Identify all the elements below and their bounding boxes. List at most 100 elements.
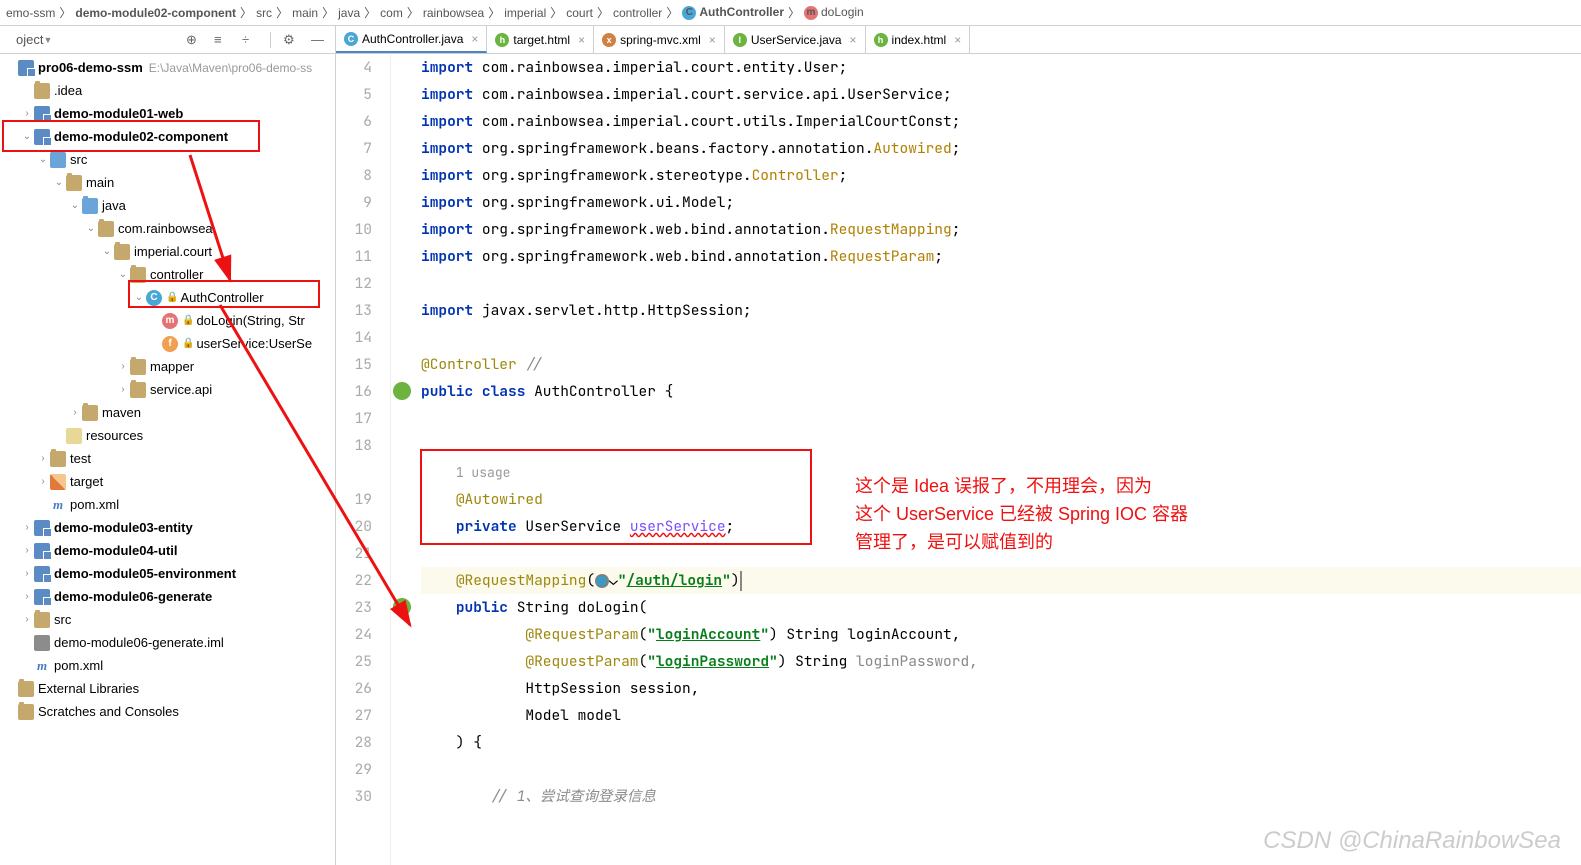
breadcrumb-item[interactable]: src	[256, 6, 272, 20]
tab-UserService-java[interactable]: IUserService.java×	[725, 26, 866, 53]
breadcrumb-item[interactable]: controller	[613, 6, 662, 20]
folder-icon	[130, 267, 146, 283]
folder-icon	[130, 359, 146, 375]
tree-item[interactable]: ⌄demo-module02-component	[0, 125, 335, 148]
project-tree[interactable]: pro06-demo-ssmE:\Java\Maven\pro06-demo-s…	[0, 54, 336, 865]
line-gutter: 456789101112131415161718 192021222324252…	[336, 54, 391, 865]
tree-item[interactable]: ›mapper	[0, 355, 335, 378]
tree-item[interactable]: ›service.api	[0, 378, 335, 401]
field-icon: f	[162, 336, 178, 352]
tree-item[interactable]: ›test	[0, 447, 335, 470]
breadcrumb-item[interactable]: court	[566, 6, 593, 20]
method-icon: m	[162, 313, 178, 329]
tree-item[interactable]: demo-module06-generate.iml	[0, 631, 335, 654]
module-icon	[34, 589, 50, 605]
locate-icon[interactable]: ⊕	[186, 32, 202, 48]
collapse-icon[interactable]: ÷	[242, 32, 258, 48]
tab-index-html[interactable]: hindex.html×	[866, 26, 971, 53]
breadcrumb-item[interactable]: emo-ssm	[6, 6, 55, 20]
annotation-text: 这个是 Idea 误报了，不用理会，因为 这个 UserService 已经被 …	[855, 472, 1188, 556]
lock-icon: 🔒	[182, 315, 194, 326]
tree-item[interactable]: ⌄C🔒AuthController	[0, 286, 335, 309]
breadcrumb-item[interactable]: CAuthController	[682, 5, 784, 20]
project-toolbar: oject ▼ ⊕ ≡ ÷ ⚙ —	[0, 26, 336, 53]
breadcrumb-item[interactable]: com	[380, 6, 403, 20]
tree-item[interactable]: f🔒userService:UserSe	[0, 332, 335, 355]
module-icon	[34, 520, 50, 536]
tree-item[interactable]: ⌄controller	[0, 263, 335, 286]
tree-item[interactable]: ›src	[0, 608, 335, 631]
res-icon	[66, 428, 82, 444]
tab-AuthController-java[interactable]: CAuthController.java×	[336, 26, 487, 53]
breadcrumb-item[interactable]: java	[338, 6, 360, 20]
editor-tabs: CAuthController.java×htarget.html×xsprin…	[336, 26, 1581, 53]
folder-b-icon	[50, 152, 66, 168]
close-icon[interactable]: ×	[850, 33, 857, 47]
gear-icon[interactable]: ⚙	[283, 32, 299, 48]
folder-icon	[82, 405, 98, 421]
code-editor[interactable]: 456789101112131415161718 192021222324252…	[336, 54, 1581, 865]
folder-icon	[130, 382, 146, 398]
module-icon	[34, 543, 50, 559]
tree-item[interactable]: ⌄java	[0, 194, 335, 217]
breadcrumb-item[interactable]: mdoLogin	[804, 5, 864, 20]
tree-item[interactable]: ›demo-module01-web	[0, 102, 335, 125]
pom-icon: m	[34, 658, 50, 674]
project-view-dropdown[interactable]: oject ▼	[8, 28, 60, 51]
iml-icon	[34, 635, 50, 651]
tree-item[interactable]: m🔒doLogin(String, Str	[0, 309, 335, 332]
tree-item[interactable]: ›maven	[0, 401, 335, 424]
folder-icon	[114, 244, 130, 260]
toolbar-row: oject ▼ ⊕ ≡ ÷ ⚙ — CAuthController.java×h…	[0, 26, 1581, 54]
module-icon	[18, 60, 34, 76]
module-icon	[34, 129, 50, 145]
hide-icon[interactable]: —	[311, 32, 327, 48]
code-area[interactable]: import com.rainbowsea.imperial.court.ent…	[415, 54, 1581, 865]
tree-item[interactable]: .idea	[0, 79, 335, 102]
close-icon[interactable]: ×	[954, 33, 961, 47]
close-icon[interactable]: ×	[709, 33, 716, 47]
tree-item[interactable]: resources	[0, 424, 335, 447]
folder-icon	[66, 175, 82, 191]
breadcrumb-item[interactable]: main	[292, 6, 318, 20]
close-icon[interactable]: ×	[578, 33, 585, 47]
breadcrumb: emo-ssm〉demo-module02-component〉src〉main…	[0, 0, 1581, 26]
lock-icon: 🔒	[182, 338, 194, 349]
tree-item[interactable]: Scratches and Consoles	[0, 700, 335, 723]
tab-spring-mvc-xml[interactable]: xspring-mvc.xml×	[594, 26, 725, 53]
tree-item[interactable]: ›target	[0, 470, 335, 493]
breadcrumb-item[interactable]: rainbowsea	[423, 6, 484, 20]
tree-item[interactable]: ⌄main	[0, 171, 335, 194]
tree-item[interactable]: ›demo-module03-entity	[0, 516, 335, 539]
tree-item[interactable]: ›demo-module06-generate	[0, 585, 335, 608]
lock-icon: 🔒	[166, 292, 178, 303]
lib-icon	[18, 681, 34, 697]
watermark: CSDN @ChinaRainbowSea	[1263, 827, 1561, 855]
expand-icon[interactable]: ≡	[214, 32, 230, 48]
pom-icon: m	[50, 497, 66, 513]
close-icon[interactable]: ×	[471, 32, 478, 46]
breadcrumb-item[interactable]: demo-module02-component	[75, 6, 236, 20]
tree-item[interactable]: ⌄src	[0, 148, 335, 171]
tree-item[interactable]: ›demo-module05-environment	[0, 562, 335, 585]
tab-target-html[interactable]: htarget.html×	[487, 26, 594, 53]
tree-item[interactable]: mpom.xml	[0, 654, 335, 677]
folder-icon	[34, 612, 50, 628]
tree-item[interactable]: ›demo-module04-util	[0, 539, 335, 562]
module-icon	[34, 106, 50, 122]
folder-icon	[34, 83, 50, 99]
breadcrumb-item[interactable]: imperial	[504, 6, 546, 20]
folder-icon	[98, 221, 114, 237]
tree-item[interactable]: mpom.xml	[0, 493, 335, 516]
tree-item[interactable]: ⌄imperial.court	[0, 240, 335, 263]
scratch-icon	[18, 704, 34, 720]
tree-item[interactable]: ⌄com.rainbowsea	[0, 217, 335, 240]
main-area: pro06-demo-ssmE:\Java\Maven\pro06-demo-s…	[0, 54, 1581, 865]
folder-icon	[50, 451, 66, 467]
folder-b-icon	[82, 198, 98, 214]
divider	[270, 32, 271, 48]
module-icon	[34, 566, 50, 582]
tree-item[interactable]: pro06-demo-ssmE:\Java\Maven\pro06-demo-s…	[0, 56, 335, 79]
tree-item[interactable]: External Libraries	[0, 677, 335, 700]
class-icon: C	[146, 290, 162, 306]
